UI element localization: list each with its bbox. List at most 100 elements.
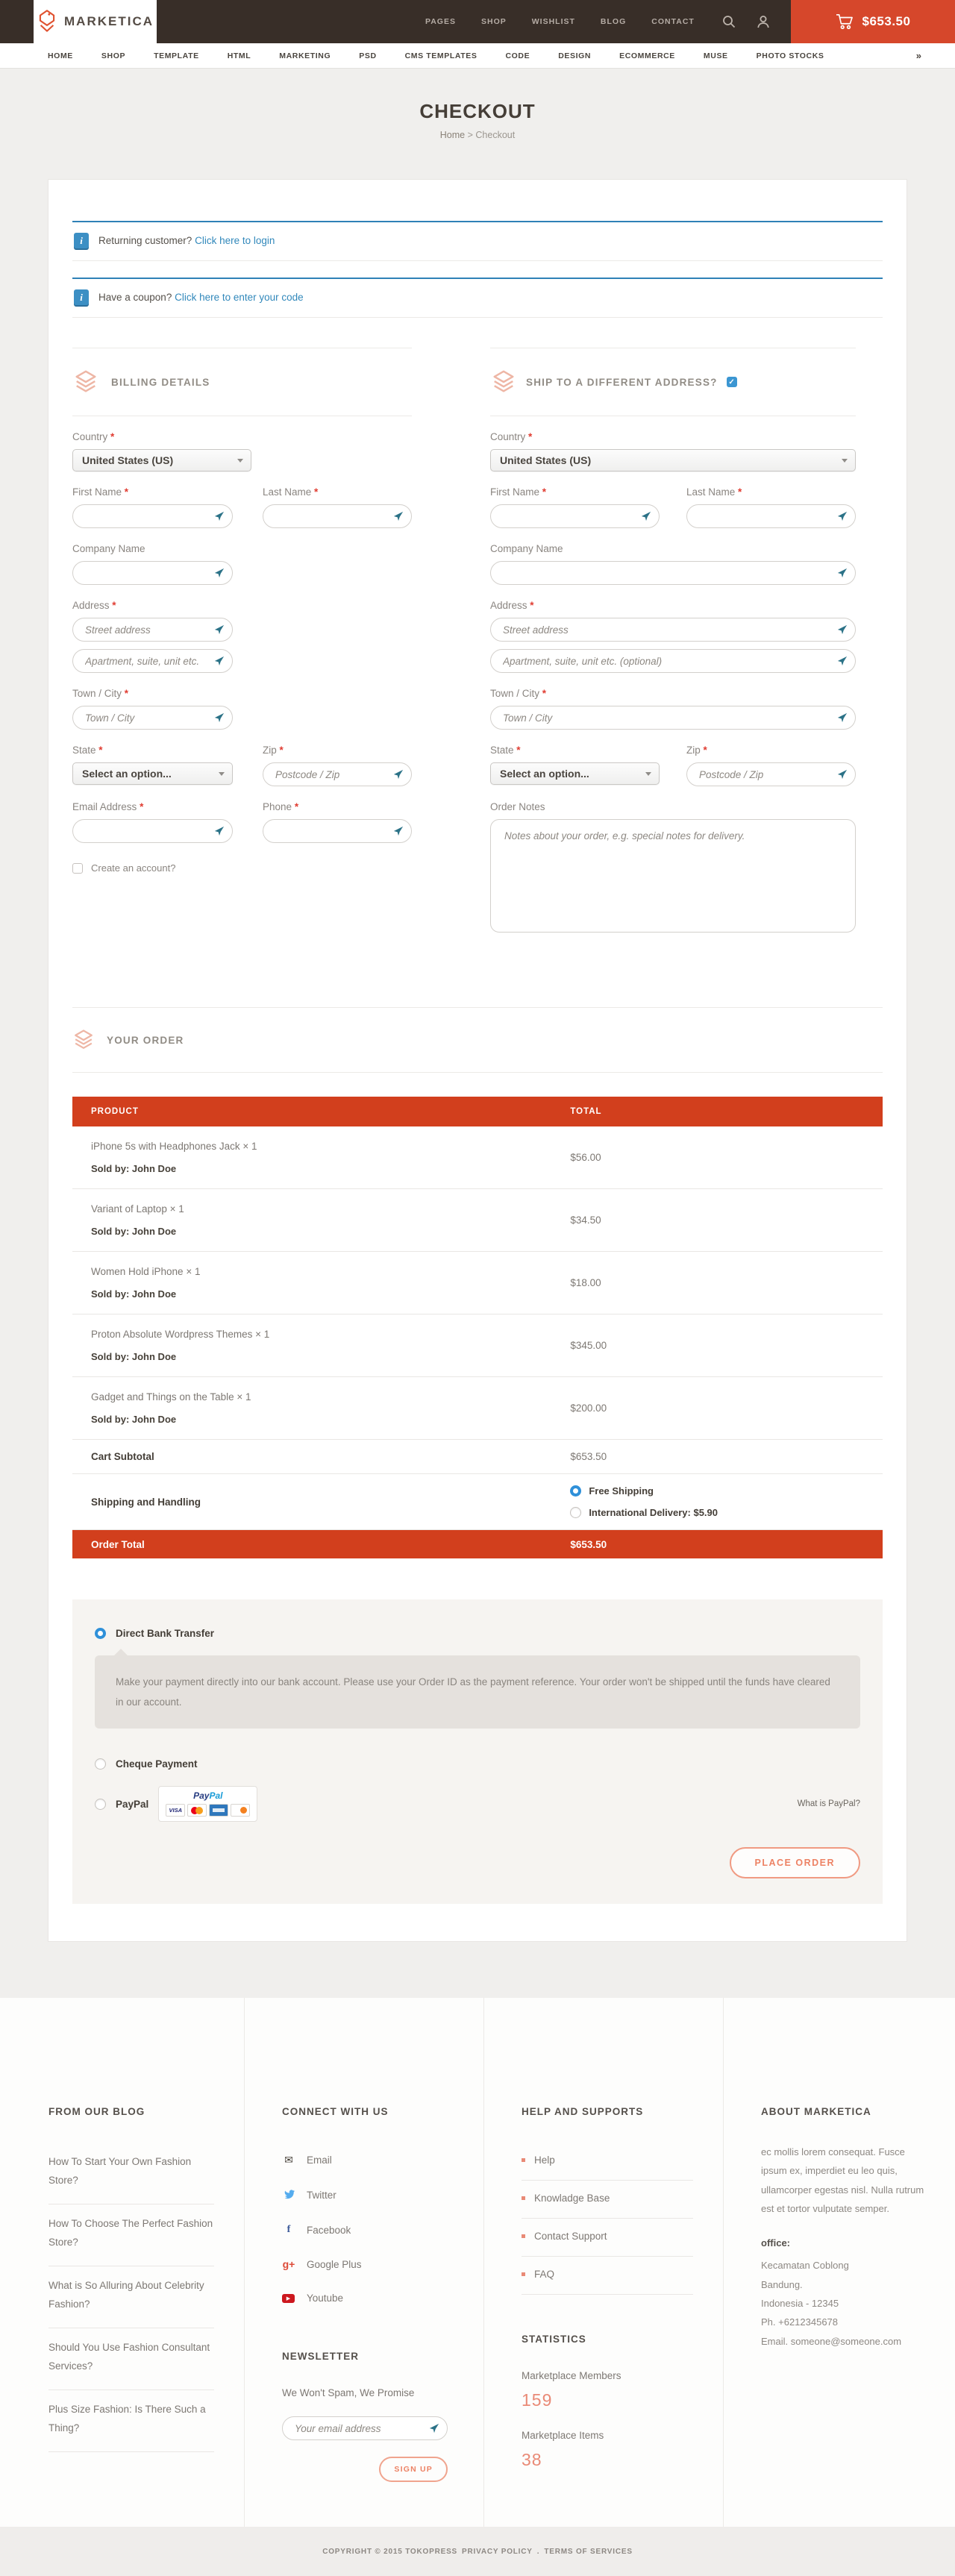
shipping-address1-input[interactable] bbox=[490, 618, 856, 642]
create-account-label[interactable]: Create an account? bbox=[91, 862, 175, 874]
direct-bank-transfer-option[interactable]: Direct Bank Transfer bbox=[95, 1628, 860, 1639]
top-nav-blog[interactable]: BLOG bbox=[601, 17, 626, 26]
social-google-plus[interactable]: g+ Google Plus bbox=[282, 2247, 454, 2281]
subnav-html[interactable]: HTML bbox=[213, 51, 266, 60]
radio-unselected-icon[interactable] bbox=[95, 1799, 106, 1810]
subnav-ecommerce[interactable]: ECOMMERCE bbox=[605, 51, 689, 60]
top-nav-wishlist[interactable]: WISHLIST bbox=[532, 17, 575, 26]
billing-phone-input[interactable] bbox=[263, 819, 412, 843]
ship-different-checkbox[interactable]: ✓ bbox=[727, 377, 737, 387]
place-order-button[interactable]: PLACE ORDER bbox=[730, 1847, 860, 1878]
billing-town-input[interactable] bbox=[72, 706, 233, 730]
billing-last-name-field[interactable] bbox=[275, 511, 393, 522]
international-delivery-label[interactable]: International Delivery: $5.90 bbox=[589, 1507, 718, 1518]
search-icon[interactable] bbox=[721, 14, 736, 29]
billing-address1-field[interactable] bbox=[85, 624, 214, 636]
cheque-payment-option[interactable]: Cheque Payment bbox=[95, 1758, 860, 1770]
shipping-country-select[interactable]: United States (US) bbox=[490, 449, 856, 471]
social-youtube[interactable]: ▶ Youtube bbox=[282, 2281, 454, 2315]
list-item[interactable]: Plus Size Fashion: Is There Such a Thing… bbox=[48, 2390, 214, 2452]
radio-selected-icon[interactable] bbox=[570, 1485, 581, 1497]
shipping-town-field[interactable] bbox=[503, 712, 837, 724]
social-facebook[interactable]: f Facebook bbox=[282, 2213, 454, 2247]
billing-address2-input[interactable] bbox=[72, 649, 233, 673]
product-name[interactable]: Women Hold iPhone × 1 bbox=[91, 1266, 570, 1277]
billing-address1-input[interactable] bbox=[72, 618, 233, 642]
shipping-town-input[interactable] bbox=[490, 706, 856, 730]
social-twitter[interactable]: Twitter bbox=[282, 2178, 454, 2213]
top-nav-contact[interactable]: CONTACT bbox=[651, 17, 695, 26]
billing-zip-input[interactable] bbox=[263, 762, 412, 786]
paypal-label[interactable]: PayPal bbox=[116, 1799, 148, 1810]
coupon-link[interactable]: Click here to enter your code bbox=[175, 292, 304, 303]
radio-unselected-icon[interactable] bbox=[570, 1507, 581, 1518]
sign-up-button[interactable]: SIGN UP bbox=[379, 2457, 448, 2482]
subnav-design[interactable]: DESIGN bbox=[544, 51, 605, 60]
social-email[interactable]: ✉ Email bbox=[282, 2143, 454, 2178]
user-icon[interactable] bbox=[756, 14, 771, 29]
top-nav-pages[interactable]: PAGES bbox=[425, 17, 456, 26]
billing-country-select[interactable]: United States (US) bbox=[72, 449, 251, 471]
free-shipping-option[interactable]: Free Shipping bbox=[570, 1485, 864, 1497]
shipping-company-input[interactable] bbox=[490, 561, 856, 585]
billing-last-name-input[interactable] bbox=[263, 504, 412, 528]
billing-company-input[interactable] bbox=[72, 561, 233, 585]
billing-first-name-input[interactable] bbox=[72, 504, 233, 528]
shipping-zip-field[interactable] bbox=[699, 769, 837, 780]
product-name[interactable]: Gadget and Things on the Table × 1 bbox=[91, 1391, 570, 1403]
subnav-psd[interactable]: PSD bbox=[345, 51, 390, 60]
brand-logo[interactable]: MARKETICA bbox=[34, 0, 157, 43]
radio-selected-icon[interactable] bbox=[95, 1628, 106, 1639]
newsletter-email-input[interactable] bbox=[282, 2416, 448, 2440]
direct-bank-transfer-label[interactable]: Direct Bank Transfer bbox=[116, 1628, 214, 1639]
billing-zip-field[interactable] bbox=[275, 769, 393, 780]
subnav-muse[interactable]: MUSE bbox=[689, 51, 742, 60]
free-shipping-label[interactable]: Free Shipping bbox=[589, 1485, 654, 1497]
international-delivery-option[interactable]: International Delivery: $5.90 bbox=[570, 1507, 864, 1518]
shipping-address2-field[interactable] bbox=[503, 656, 837, 667]
shipping-address2-input[interactable] bbox=[490, 649, 856, 673]
product-name[interactable]: iPhone 5s with Headphones Jack × 1 bbox=[91, 1141, 570, 1152]
cheque-payment-label[interactable]: Cheque Payment bbox=[116, 1758, 198, 1770]
subnav-photo-stocks[interactable]: PHOTO STOCKS bbox=[742, 51, 839, 60]
top-nav-shop[interactable]: SHOP bbox=[481, 17, 507, 26]
shipping-last-name-field[interactable] bbox=[699, 511, 837, 522]
billing-first-name-field[interactable] bbox=[85, 511, 214, 522]
billing-state-select[interactable]: Select an option... bbox=[72, 762, 233, 785]
product-name[interactable]: Variant of Laptop × 1 bbox=[91, 1203, 570, 1215]
paypal-option[interactable]: PayPal PayPal VISA What is PayPal? bbox=[95, 1786, 860, 1822]
billing-email-input[interactable] bbox=[72, 819, 233, 843]
radio-unselected-icon[interactable] bbox=[95, 1758, 106, 1770]
shipping-first-name-field[interactable] bbox=[503, 511, 641, 522]
terms-of-services-link[interactable]: TERMS OF SERVICES bbox=[544, 2548, 632, 2556]
list-item[interactable]: How To Start Your Own Fashion Store? bbox=[48, 2143, 214, 2204]
shipping-zip-input[interactable] bbox=[686, 762, 856, 786]
list-item[interactable]: How To Choose The Perfect Fashion Store? bbox=[48, 2204, 214, 2266]
cart-button[interactable]: $653.50 bbox=[791, 0, 955, 43]
login-link[interactable]: Click here to login bbox=[195, 235, 275, 246]
what-is-paypal-link[interactable]: What is PayPal? bbox=[798, 1799, 860, 1808]
billing-town-field[interactable] bbox=[85, 712, 214, 724]
billing-address2-field[interactable] bbox=[85, 656, 214, 667]
subnav-code[interactable]: CODE bbox=[491, 51, 544, 60]
subnav-cms-templates[interactable]: CMS TEMPLATES bbox=[391, 51, 492, 60]
subnav-template[interactable]: TEMPLATE bbox=[140, 51, 213, 60]
shipping-first-name-input[interactable] bbox=[490, 504, 660, 528]
shipping-address1-field[interactable] bbox=[503, 624, 837, 636]
subnav-home[interactable]: HOME bbox=[34, 51, 87, 60]
more-categories-icon[interactable]: » bbox=[916, 50, 921, 61]
list-item[interactable]: Should You Use Fashion Consultant Servic… bbox=[48, 2328, 214, 2390]
privacy-policy-link[interactable]: PRIVACY POLICY bbox=[462, 2548, 533, 2556]
list-item[interactable]: What is So Alluring About Celebrity Fash… bbox=[48, 2266, 214, 2328]
billing-phone-field[interactable] bbox=[275, 826, 393, 837]
shipping-company-field[interactable] bbox=[503, 568, 837, 579]
newsletter-email-field[interactable] bbox=[295, 2423, 429, 2434]
shipping-last-name-input[interactable] bbox=[686, 504, 856, 528]
billing-email-field[interactable] bbox=[85, 826, 214, 837]
shipping-state-select[interactable]: Select an option... bbox=[490, 762, 660, 785]
subnav-marketing[interactable]: MARKETING bbox=[265, 51, 345, 60]
breadcrumb-home[interactable]: Home bbox=[440, 130, 465, 140]
billing-company-field[interactable] bbox=[85, 568, 214, 579]
product-name[interactable]: Proton Absolute Wordpress Themes × 1 bbox=[91, 1329, 570, 1340]
create-account-checkbox[interactable] bbox=[72, 863, 83, 874]
